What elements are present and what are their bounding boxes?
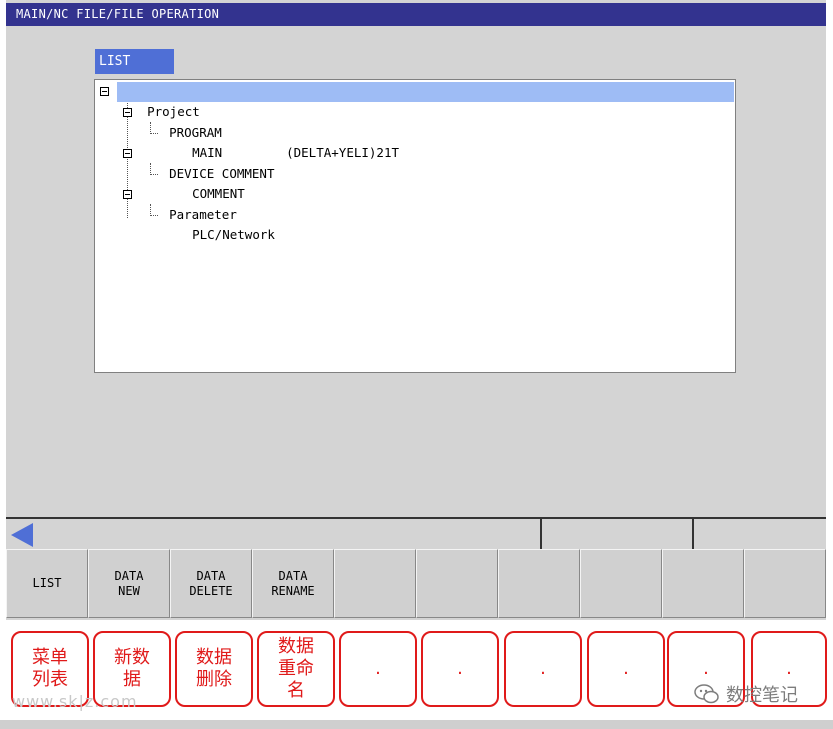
window-title: MAIN/NC FILE/FILE OPERATION [6, 3, 826, 26]
bottom-strip [0, 720, 833, 729]
annotation-label: . [504, 631, 582, 707]
softkey-data-new[interactable]: DATA NEW [88, 549, 170, 618]
annotation-label: . [339, 631, 417, 707]
softkey-empty[interactable] [744, 549, 826, 618]
softkey-empty[interactable] [334, 549, 416, 618]
status-divider [692, 519, 694, 549]
watermark-brand-text: 数控笔记 [726, 685, 798, 706]
tree-leaf-main[interactable]: MAIN [162, 123, 222, 160]
tree-leaf-name: PLC/Network [192, 227, 275, 242]
tree-node-device-comment[interactable]: DEVICE COMMENT [139, 144, 274, 181]
collapse-icon[interactable] [123, 190, 132, 199]
annotation-label: 数据 删除 [175, 631, 253, 707]
softkey-data-rename[interactable]: DATA RENAME [252, 549, 334, 618]
annotation-label: . [421, 631, 499, 707]
wechat-icon [694, 684, 719, 704]
file-tree: Project PROGRAM MAIN (DELTA+YELI)21T DEV… [94, 79, 736, 373]
collapse-icon[interactable] [123, 108, 132, 117]
back-arrow-icon[interactable] [11, 523, 33, 547]
softkey-empty[interactable] [416, 549, 498, 618]
watermark-brand: 数控笔记 [694, 681, 798, 707]
softkey-empty[interactable] [498, 549, 580, 618]
status-bar [6, 517, 826, 549]
list-tab[interactable]: LIST [95, 49, 174, 74]
program-comment: (DELTA+YELI)21T [286, 145, 399, 160]
tree-leaf-main-comment: (DELTA+YELI)21T [256, 123, 399, 160]
collapse-icon[interactable] [123, 149, 132, 158]
status-divider [540, 519, 542, 549]
tree-node-parameter[interactable]: Parameter [139, 185, 237, 222]
softkey-empty[interactable] [580, 549, 662, 618]
tree-node-project[interactable]: Project [117, 82, 734, 119]
tree-leaf-plc-network[interactable]: PLC/Network [162, 205, 275, 242]
annotation-label: . [587, 631, 665, 707]
softkey-list[interactable]: LIST [6, 549, 88, 618]
tree-leaf-comment[interactable]: COMMENT [162, 164, 245, 201]
softkey-bar: LIST DATA NEW DATA DELETE DATA RENAME [6, 549, 826, 618]
collapse-icon[interactable] [100, 87, 109, 96]
annotation-label: 数据 重命 名 [257, 631, 335, 707]
softkey-data-delete[interactable]: DATA DELETE [170, 549, 252, 618]
tree-node-program[interactable]: PROGRAM [139, 103, 222, 140]
softkey-empty[interactable] [662, 549, 744, 618]
watermark-url: www.sk|z.com [12, 692, 138, 711]
